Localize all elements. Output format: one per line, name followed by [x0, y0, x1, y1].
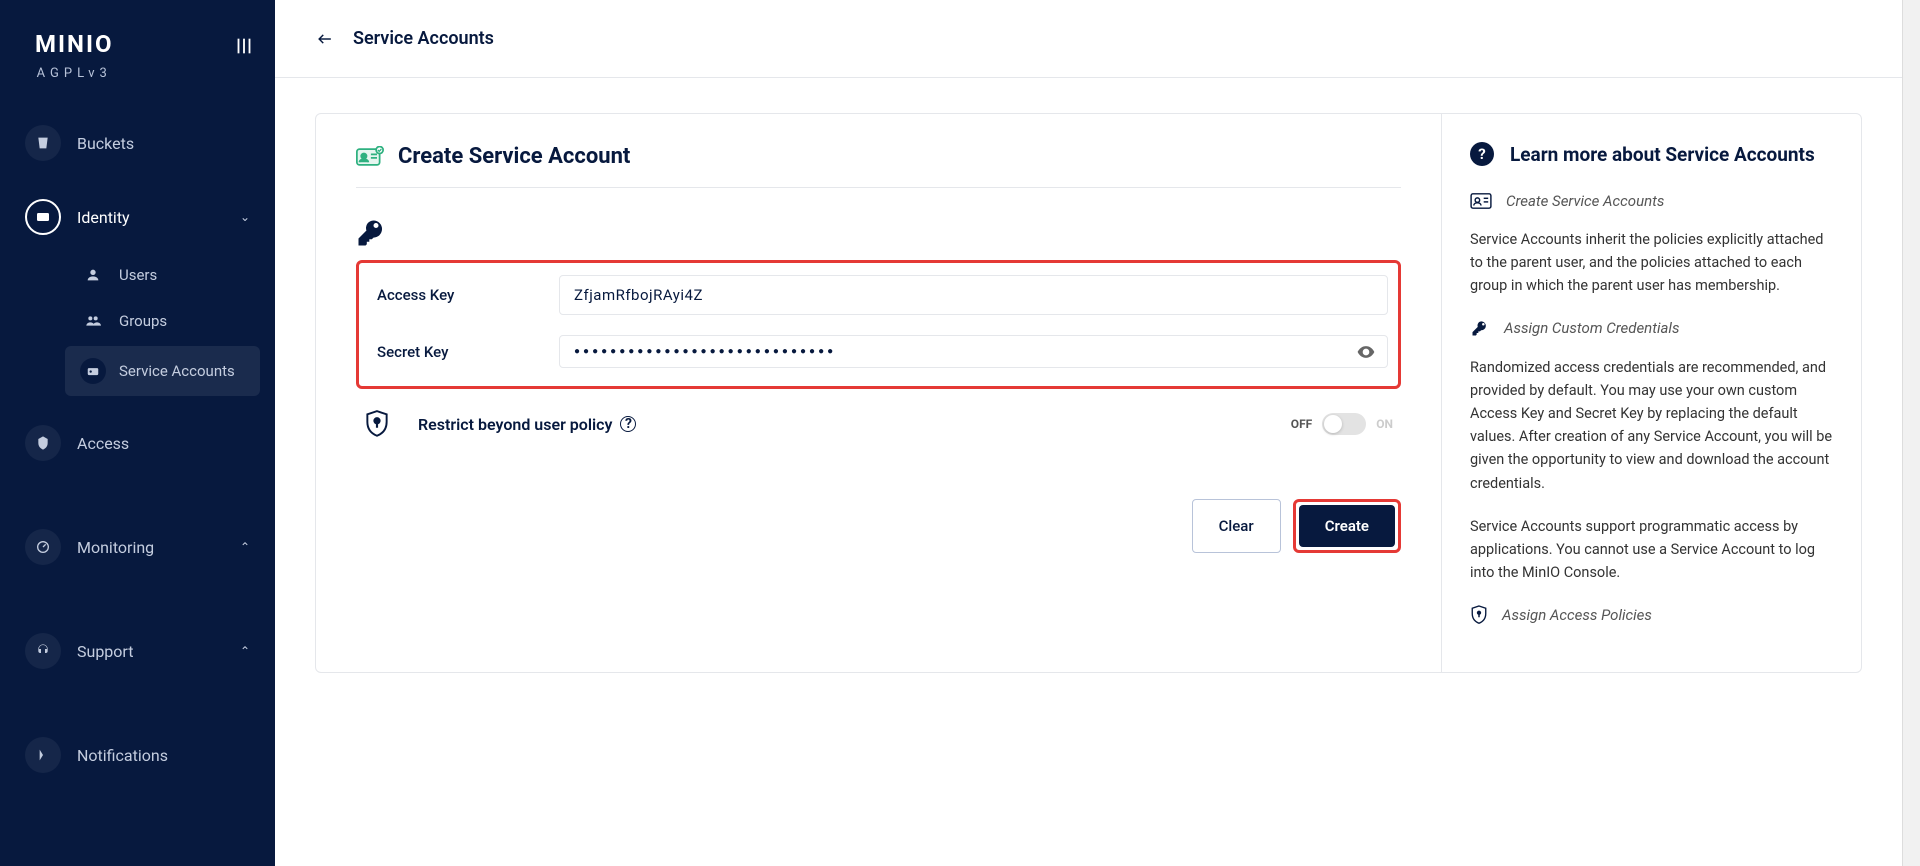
help-paragraph: Service Accounts support programmatic ac… [1470, 515, 1833, 585]
create-button-highlight: Create [1293, 499, 1401, 553]
divider [356, 187, 1401, 188]
nav: Buckets Identity ⌄ Users Groups [0, 111, 275, 797]
logo-area: MINIO AGPLv3 [0, 20, 275, 111]
sidebar-item-access[interactable]: Access [15, 411, 260, 475]
clear-button[interactable]: Clear [1192, 499, 1281, 553]
sidebar-item-users[interactable]: Users [65, 254, 260, 296]
back-arrow-icon[interactable] [315, 32, 335, 46]
shield-icon [364, 409, 390, 439]
create-button[interactable]: Create [1299, 505, 1395, 547]
topbar: Service Accounts [275, 0, 1902, 78]
toggle-area: OFF ON [1291, 413, 1393, 435]
card: Create Service Account Access Key [315, 113, 1862, 673]
sidebar-item-monitoring[interactable]: Monitoring ⌃ [15, 515, 260, 579]
help-paragraph: Randomized access credentials are recomm… [1470, 356, 1833, 495]
identity-icon [25, 199, 61, 235]
chevron-up-icon: ⌃ [240, 540, 250, 554]
monitoring-icon [25, 529, 61, 565]
help-subtitle-1: Create Service Accounts [1470, 192, 1833, 210]
sidebar: MINIO AGPLv3 Buckets Identity ⌄ U [0, 0, 275, 866]
toggle-thumb [1324, 415, 1342, 433]
help-title: Learn more about Service Accounts [1510, 143, 1815, 166]
secret-key-input[interactable] [559, 335, 1388, 368]
scrollbar[interactable] [1902, 0, 1920, 866]
sidebar-item-identity[interactable]: Identity ⌄ [15, 185, 260, 249]
main: Service Accounts Create Service Account [275, 0, 1902, 866]
sidebar-item-service-accounts[interactable]: Service Accounts [65, 346, 260, 396]
shield-outline-icon [1470, 604, 1488, 626]
credentials-highlight: Access Key Secret Key [356, 260, 1401, 389]
key-outline-icon [1470, 318, 1490, 338]
lambda-icon [25, 737, 61, 773]
toggle-on-label: ON [1376, 417, 1393, 431]
identity-subitems: Users Groups Service Accounts [15, 254, 260, 396]
help-panel: ? Learn more about Service Accounts Crea… [1441, 114, 1861, 672]
breadcrumb[interactable]: Service Accounts [353, 28, 494, 49]
help-icon[interactable]: ? [620, 416, 636, 432]
help-title-row: ? Learn more about Service Accounts [1470, 142, 1833, 166]
restrict-row: Restrict beyond user policy ? OFF ON [356, 409, 1401, 439]
toggle-off-label: OFF [1291, 417, 1312, 431]
support-icon [25, 633, 61, 669]
access-key-label: Access Key [369, 286, 559, 304]
logo: MINIO AGPLv3 [35, 30, 114, 81]
access-icon [25, 425, 61, 461]
id-card-outline-icon [1470, 192, 1492, 210]
button-row: Clear Create [356, 499, 1401, 553]
content: Create Service Account Access Key [275, 78, 1902, 866]
user-icon [79, 267, 107, 283]
chevron-down-icon: ⌄ [240, 210, 250, 224]
restrict-label: Restrict beyond user policy [418, 415, 612, 434]
page-title-row: Create Service Account [356, 144, 1401, 169]
form-panel: Create Service Account Access Key [316, 114, 1441, 672]
sidebar-item-groups[interactable]: Groups [65, 300, 260, 342]
service-account-icon [79, 358, 107, 384]
help-subtitle-2: Assign Custom Credentials [1470, 318, 1833, 338]
secret-key-label: Secret Key [369, 343, 559, 361]
help-paragraph: Service Accounts inherit the policies ex… [1470, 228, 1833, 298]
eye-icon[interactable] [1356, 342, 1376, 362]
sidebar-item-buckets[interactable]: Buckets [15, 111, 260, 175]
question-icon: ? [1470, 142, 1494, 166]
groups-icon [79, 313, 107, 329]
secret-key-row: Secret Key [369, 335, 1388, 368]
access-key-input[interactable] [559, 275, 1388, 315]
help-subtitle-3: Assign Access Policies [1470, 604, 1833, 626]
key-icon [356, 218, 1401, 248]
page-title: Create Service Account [398, 144, 630, 169]
menu-toggle-icon[interactable] [233, 35, 255, 57]
brand-license: AGPLv3 [37, 66, 112, 81]
brand-name: MINIO [35, 30, 114, 58]
bucket-icon [25, 125, 61, 161]
id-card-icon [356, 146, 384, 168]
sidebar-item-support[interactable]: Support ⌃ [15, 619, 260, 683]
access-key-row: Access Key [369, 275, 1388, 315]
chevron-up-icon: ⌃ [240, 644, 250, 658]
policy-toggle[interactable] [1322, 413, 1366, 435]
sidebar-item-notifications[interactable]: Notifications [15, 723, 260, 787]
